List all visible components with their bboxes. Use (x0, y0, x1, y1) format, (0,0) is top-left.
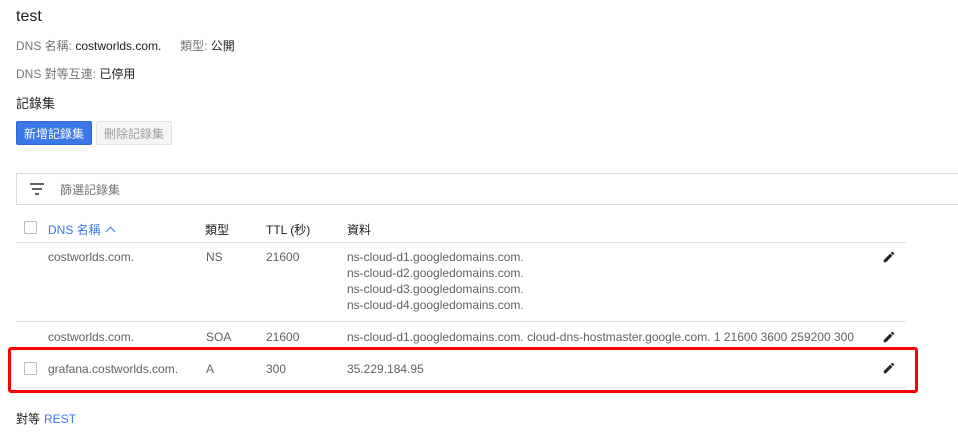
zone-title: test (16, 8, 42, 25)
table-header: DNS 名稱 類型 TTL (秒) 資料 (16, 213, 906, 243)
record-data-line: ns-cloud-d1.googledomains.com. cloud-dns… (347, 330, 854, 344)
column-data: 資料 (347, 223, 372, 237)
record-type: NS (206, 250, 223, 264)
table-row: costworlds.com. NS 21600 ns-cloud-d1.goo… (16, 243, 906, 322)
record-data-line: ns-cloud-d2.googledomains.com. (347, 266, 524, 280)
record-name: costworlds.com. (48, 330, 135, 344)
record-data: ns-cloud-d1.googledomains.com. cloud-dns… (347, 329, 854, 345)
rest-link[interactable]: REST (44, 412, 76, 426)
select-all-checkbox[interactable] (24, 221, 37, 234)
record-data-line: ns-cloud-d1.googledomains.com. (347, 250, 524, 264)
zone-type-label: 類型: (180, 39, 208, 53)
dns-name-label: DNS 名稱: (16, 39, 73, 53)
filter-list-icon (30, 183, 44, 195)
column-ttl: TTL (秒) (266, 223, 311, 237)
zone-type-value: 公開 (210, 39, 235, 53)
table-row: costworlds.com. SOA 21600 ns-cloud-d1.go… (16, 321, 906, 350)
highlight-annotation (8, 347, 918, 393)
record-ttl: 21600 (266, 330, 300, 344)
column-dns-name-label: DNS 名稱 (48, 223, 101, 237)
record-name: costworlds.com. (48, 250, 135, 264)
filter-input[interactable]: 篩選記錄集 (60, 181, 120, 198)
record-data: ns-cloud-d1.googledomains.com. ns-cloud-… (347, 249, 524, 313)
footer: 對等 REST (16, 410, 76, 427)
delete-record-set-button[interactable]: 刪除記錄集 (96, 121, 173, 145)
add-record-set-button[interactable]: 新增記錄集 (16, 121, 93, 145)
pencil-icon[interactable] (882, 330, 896, 344)
zone-info-line: DNS 名稱: costworlds.com. 類型: 公開 (16, 37, 235, 54)
pencil-icon[interactable] (882, 250, 896, 264)
peering-value: 已停用 (99, 67, 136, 81)
record-type: SOA (206, 330, 232, 344)
filter-bar[interactable]: 篩選記錄集 (16, 173, 958, 205)
record-data-line: ns-cloud-d4.googledomains.com. (347, 298, 524, 312)
record-sets-heading: 記錄集 (16, 96, 56, 111)
peering-label: DNS 對等互連: (16, 67, 97, 81)
column-type: 類型 (205, 223, 230, 237)
footer-label: 對等 (16, 412, 41, 426)
peering-info-line: DNS 對等互連: 已停用 (16, 65, 135, 82)
chevron-up-icon (105, 226, 116, 237)
dns-name-value: costworlds.com. (75, 39, 162, 53)
record-ttl: 21600 (266, 250, 300, 264)
record-data-line: ns-cloud-d3.googledomains.com. (347, 282, 524, 296)
column-dns-name[interactable]: DNS 名稱 (48, 221, 116, 238)
